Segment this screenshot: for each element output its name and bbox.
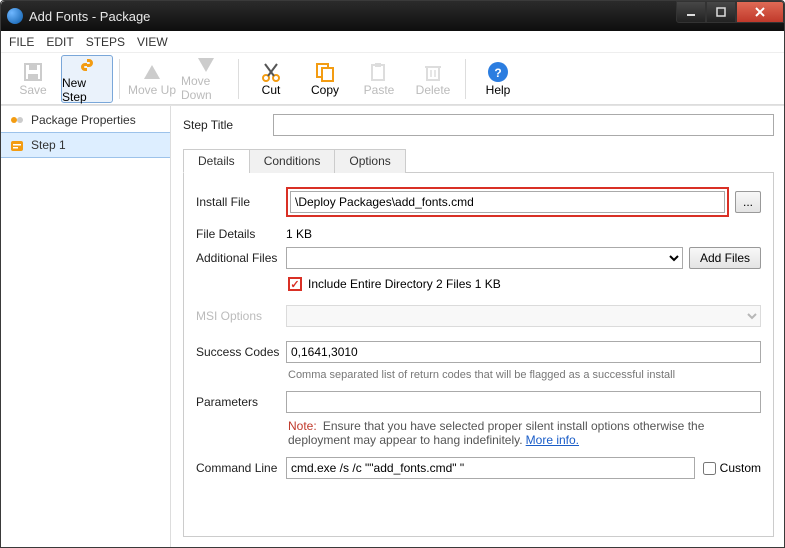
app-window: Add Fonts - Package FILE EDIT STEPS VIEW… bbox=[0, 0, 785, 548]
step-icon bbox=[9, 137, 25, 153]
move-down-label: Move Down bbox=[181, 74, 231, 102]
custom-wrap: Custom bbox=[703, 461, 761, 475]
help-button[interactable]: ? Help bbox=[472, 55, 524, 103]
additional-files-select[interactable] bbox=[286, 247, 683, 269]
new-step-label: New Step bbox=[62, 76, 112, 104]
window-title: Add Fonts - Package bbox=[29, 9, 676, 24]
success-codes-help: Comma separated list of return codes tha… bbox=[288, 369, 761, 381]
command-line-row: Command Line Custom bbox=[196, 457, 761, 479]
cut-icon bbox=[260, 61, 282, 83]
tab-details[interactable]: Details bbox=[183, 149, 250, 173]
additional-files-label: Additional Files bbox=[196, 251, 286, 265]
success-codes-input[interactable] bbox=[286, 341, 761, 363]
arrow-down-icon bbox=[195, 56, 217, 74]
file-details-label: File Details bbox=[196, 227, 286, 241]
save-icon bbox=[22, 61, 44, 83]
sidebar-item-label: Step 1 bbox=[31, 138, 66, 152]
cut-label: Cut bbox=[262, 83, 281, 97]
copy-label: Copy bbox=[311, 83, 339, 97]
browse-button[interactable]: ... bbox=[735, 191, 761, 213]
file-details-row: File Details 1 KB bbox=[196, 227, 761, 241]
help-icon: ? bbox=[487, 61, 509, 83]
svg-text:?: ? bbox=[494, 66, 501, 80]
move-down-button: Move Down bbox=[180, 55, 232, 103]
menubar: FILE EDIT STEPS VIEW bbox=[1, 31, 784, 53]
tab-conditions[interactable]: Conditions bbox=[249, 149, 336, 173]
more-info-link[interactable]: More info. bbox=[526, 433, 579, 447]
step-title-row: Step Title bbox=[183, 114, 774, 136]
custom-label: Custom bbox=[720, 461, 761, 475]
move-up-button: Move Up bbox=[126, 55, 178, 103]
cut-button[interactable]: Cut bbox=[245, 55, 297, 103]
paste-icon bbox=[368, 61, 390, 83]
copy-icon bbox=[314, 61, 336, 83]
menu-view[interactable]: VIEW bbox=[137, 35, 168, 49]
app-icon bbox=[7, 8, 23, 24]
success-codes-row: Success Codes bbox=[196, 341, 761, 363]
install-file-highlight bbox=[286, 187, 729, 217]
include-dir-label: Include Entire Directory 2 Files 1 KB bbox=[308, 277, 501, 291]
success-codes-label: Success Codes bbox=[196, 345, 286, 359]
parameters-label: Parameters bbox=[196, 395, 286, 409]
include-dir-row: ✓ Include Entire Directory 2 Files 1 KB bbox=[288, 277, 761, 291]
move-up-label: Move Up bbox=[128, 83, 176, 97]
msi-options-label: MSI Options bbox=[196, 309, 286, 323]
close-button[interactable] bbox=[736, 1, 784, 23]
divider bbox=[238, 59, 239, 99]
help-label: Help bbox=[486, 83, 511, 97]
paste-label: Paste bbox=[364, 83, 395, 97]
step-title-input[interactable] bbox=[273, 114, 774, 136]
note-text: Ensure that you have selected proper sil… bbox=[288, 419, 704, 447]
sidebar-item-label: Package Properties bbox=[31, 113, 136, 127]
msi-options-row: MSI Options bbox=[196, 305, 761, 327]
toolbar: Save New Step Move Up Move Down Cut Copy… bbox=[1, 53, 784, 105]
add-files-button[interactable]: Add Files bbox=[689, 247, 761, 269]
main-panel: Step Title Details Conditions Options In… bbox=[171, 106, 784, 547]
maximize-button[interactable] bbox=[706, 1, 736, 23]
package-icon bbox=[9, 112, 25, 128]
delete-button: Delete bbox=[407, 55, 459, 103]
tabs: Details Conditions Options bbox=[183, 148, 774, 173]
include-dir-checkbox[interactable]: ✓ bbox=[288, 277, 302, 291]
menu-edit[interactable]: EDIT bbox=[46, 35, 73, 49]
titlebar: Add Fonts - Package bbox=[1, 1, 784, 31]
menu-file[interactable]: FILE bbox=[9, 35, 34, 49]
sidebar-item-package-properties[interactable]: Package Properties bbox=[1, 108, 170, 132]
parameters-note: Note: Ensure that you have selected prop… bbox=[288, 419, 761, 447]
sidebar: Package Properties Step 1 bbox=[1, 106, 171, 547]
tab-options[interactable]: Options bbox=[334, 149, 405, 173]
additional-files-row: Additional Files Add Files bbox=[196, 247, 761, 269]
arrow-up-icon bbox=[141, 61, 163, 83]
step-title-label: Step Title bbox=[183, 118, 273, 132]
save-label: Save bbox=[19, 83, 46, 97]
divider bbox=[119, 59, 120, 99]
parameters-row: Parameters bbox=[196, 391, 761, 413]
minimize-button[interactable] bbox=[676, 1, 706, 23]
install-file-label: Install File bbox=[196, 195, 286, 209]
command-line-label: Command Line bbox=[196, 461, 286, 475]
content-body: Package Properties Step 1 Step Title Det… bbox=[1, 105, 784, 547]
note-label: Note: bbox=[288, 419, 317, 433]
save-button: Save bbox=[7, 55, 59, 103]
sidebar-item-step-1[interactable]: Step 1 bbox=[1, 132, 170, 158]
install-file-input[interactable] bbox=[290, 191, 725, 213]
paste-button: Paste bbox=[353, 55, 405, 103]
parameters-input[interactable] bbox=[286, 391, 761, 413]
link-icon bbox=[76, 54, 98, 76]
msi-options-select bbox=[286, 305, 761, 327]
new-step-button[interactable]: New Step bbox=[61, 55, 113, 103]
menu-steps[interactable]: STEPS bbox=[86, 35, 125, 49]
file-details-value: 1 KB bbox=[286, 227, 312, 241]
command-line-input[interactable] bbox=[286, 457, 695, 479]
tab-pane-details: Install File ... File Details 1 KB Addit… bbox=[183, 173, 774, 537]
divider bbox=[465, 59, 466, 99]
copy-button[interactable]: Copy bbox=[299, 55, 351, 103]
install-file-row: Install File ... bbox=[196, 187, 761, 217]
trash-icon bbox=[422, 61, 444, 83]
delete-label: Delete bbox=[416, 83, 451, 97]
custom-checkbox[interactable] bbox=[703, 462, 716, 475]
window-controls bbox=[676, 1, 784, 23]
